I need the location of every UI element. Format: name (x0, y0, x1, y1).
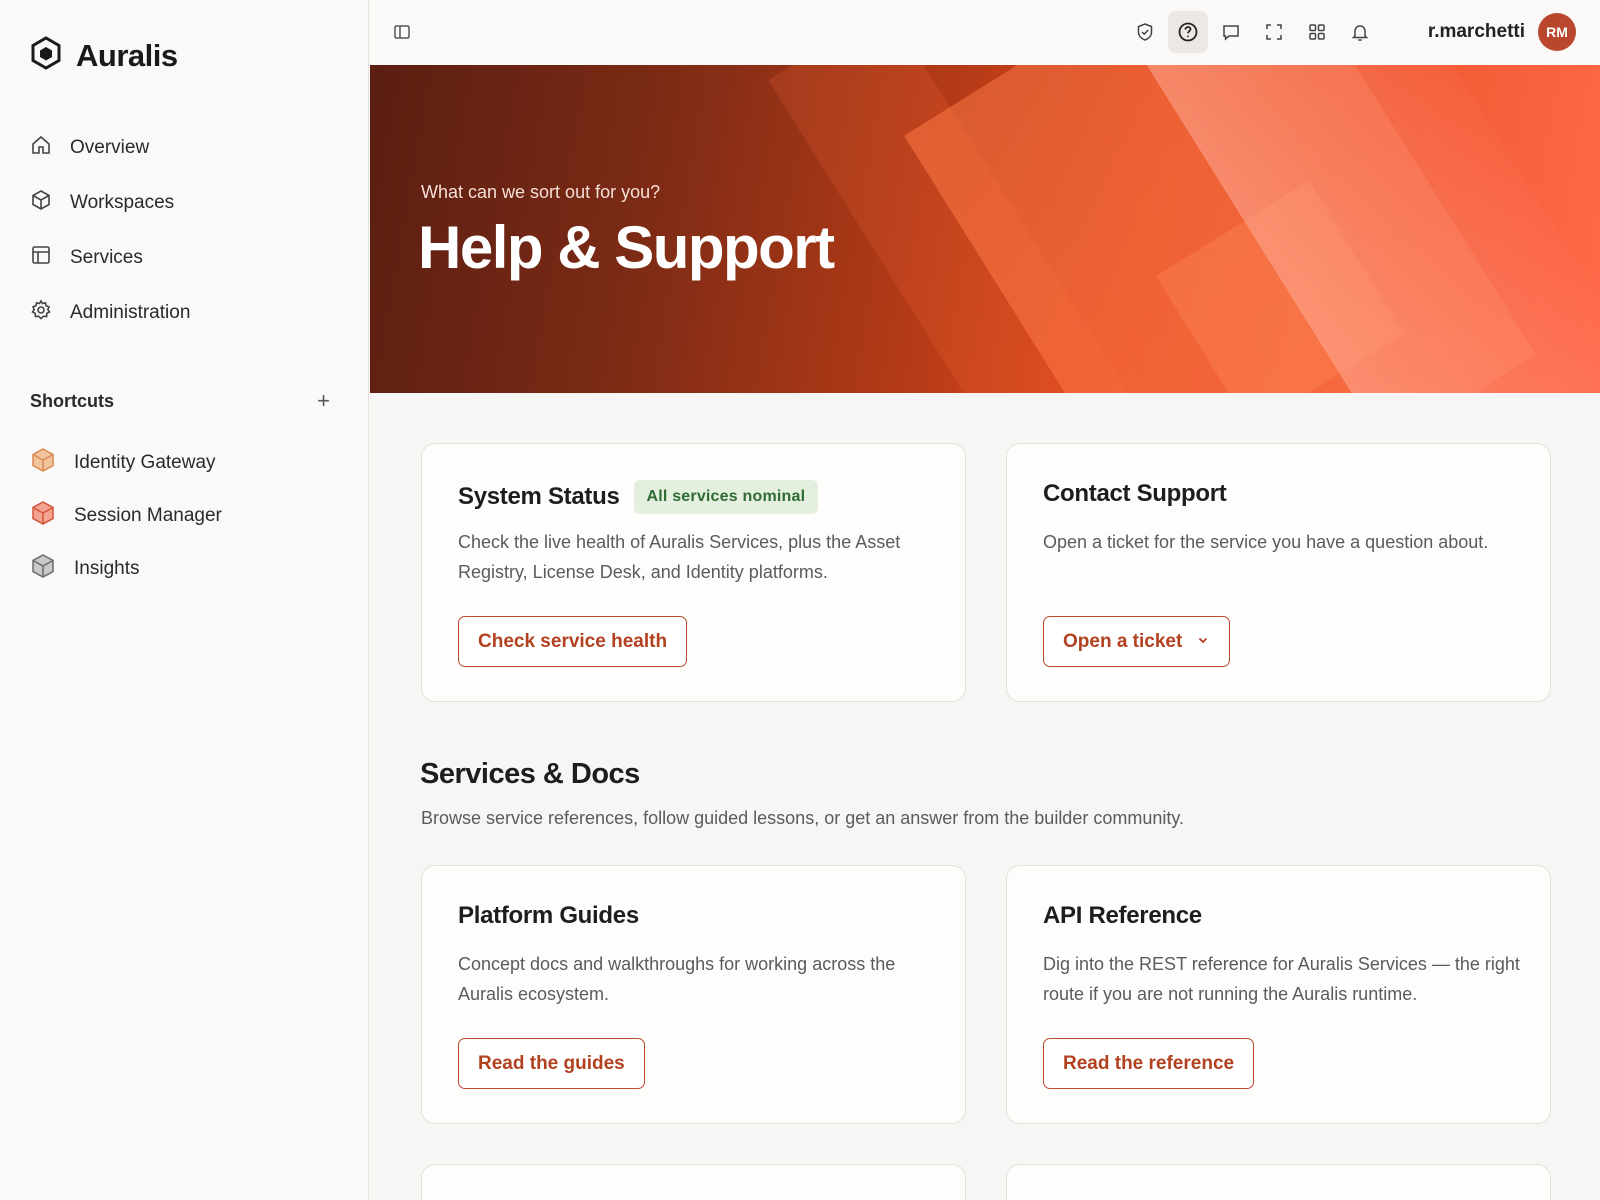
fullscreen-icon[interactable] (1254, 11, 1294, 53)
shortcuts-title: Shortcuts (30, 390, 115, 411)
main-nav: Overview Workspaces Services Administrat… (30, 120, 340, 340)
card-description: Check the live health of Auralis Service… (458, 532, 901, 582)
package-icon (30, 500, 56, 532)
button-label: Open a ticket (1063, 630, 1183, 652)
hero-banner: What can we sort out for you? Help & Sup… (370, 65, 1600, 393)
hexagon-logo-icon (30, 36, 62, 75)
hero-subtitle: What can we sort out for you? (421, 182, 661, 202)
nav-item-label: Administration (70, 301, 191, 323)
read-guides-button[interactable]: Read the guides (458, 1038, 645, 1089)
shortcut-identity-gateway[interactable]: Identity Gateway (30, 436, 340, 489)
check-service-health-button[interactable]: Check service health (458, 616, 688, 667)
shortcuts-header: Shortcuts + (30, 390, 330, 412)
package-icon (30, 447, 56, 479)
status-badge: All services nominal (633, 480, 819, 514)
cube-icon (30, 189, 52, 217)
shortcut-label: Session Manager (74, 504, 222, 526)
card-title: Platform Guides (458, 902, 639, 930)
sidebar: Auralis Overview Workspaces Services Adm… (0, 0, 369, 1200)
contact-support-card: Contact Support Open a ticket for the se… (1006, 443, 1551, 702)
next-card (421, 1164, 966, 1200)
card-title: API Reference (1043, 902, 1202, 930)
platform-guides-card: Platform Guides Concept docs and walkthr… (421, 865, 966, 1124)
brand-name: Auralis (76, 37, 178, 73)
button-label: Read the guides (478, 1052, 625, 1074)
chevron-down-icon (1196, 631, 1210, 653)
section-description: Browse service references, follow guided… (421, 808, 1185, 828)
next-card (1006, 1164, 1551, 1200)
topbar: r.marchetti RM (370, 0, 1600, 65)
card-description: Open a ticket for the service you have a… (1043, 532, 1489, 552)
system-status-card: System Status All services nominal Check… (421, 443, 966, 702)
card-description: Dig into the REST reference for Auralis … (1043, 954, 1520, 1004)
help-icon[interactable] (1167, 11, 1208, 53)
avatar[interactable]: RM (1538, 13, 1576, 51)
api-reference-card: API Reference Dig into the REST referenc… (1006, 865, 1551, 1124)
card-title-text: Contact Support (1043, 480, 1227, 507)
section-title: Services & Docs (420, 758, 640, 790)
sidebar-toggle-icon[interactable] (392, 22, 412, 47)
button-label: Check service health (478, 630, 668, 652)
read-reference-button[interactable]: Read the reference (1043, 1038, 1255, 1089)
card-title-text: System Status (458, 483, 620, 510)
nav-item-overview[interactable]: Overview (30, 120, 340, 175)
apps-grid-icon[interactable] (1297, 11, 1337, 53)
card-title-text: API Reference (1043, 902, 1202, 929)
gear-icon (30, 298, 52, 327)
nav-item-label: Overview (70, 136, 150, 158)
layout-icon (30, 244, 52, 272)
button-label: Read the reference (1063, 1052, 1235, 1074)
bell-icon[interactable] (1340, 11, 1380, 53)
brand[interactable]: Auralis (30, 36, 178, 75)
nav-item-workspaces[interactable]: Workspaces (30, 175, 340, 230)
add-shortcut-button[interactable]: + (317, 390, 330, 412)
shortcut-session-manager[interactable]: Session Manager (30, 489, 340, 542)
nav-item-administration[interactable]: Administration (30, 285, 340, 340)
message-icon[interactable] (1211, 11, 1251, 53)
card-title-text: Platform Guides (458, 902, 639, 929)
page-title: Help & Support (418, 214, 835, 281)
card-title: System Status All services nominal (458, 480, 819, 514)
nav-item-services[interactable]: Services (30, 230, 340, 285)
open-ticket-dropdown-button[interactable]: Open a ticket (1043, 616, 1231, 667)
package-icon (30, 553, 56, 585)
shield-check-icon[interactable] (1125, 11, 1165, 53)
shortcut-label: Insights (74, 557, 140, 579)
shortcut-insights[interactable]: Insights (30, 542, 340, 595)
shortcut-label: Identity Gateway (74, 451, 216, 473)
nav-item-label: Workspaces (70, 191, 175, 213)
card-title: Contact Support (1043, 480, 1227, 508)
username[interactable]: r.marchetti (1428, 21, 1525, 43)
nav-item-label: Services (70, 246, 143, 268)
shortcuts-list: Identity Gateway Session Manager Insight… (30, 436, 340, 595)
home-icon (30, 134, 52, 162)
card-description: Concept docs and walkthroughs for workin… (458, 954, 896, 1004)
topbar-actions: r.marchetti RM (1122, 10, 1600, 54)
